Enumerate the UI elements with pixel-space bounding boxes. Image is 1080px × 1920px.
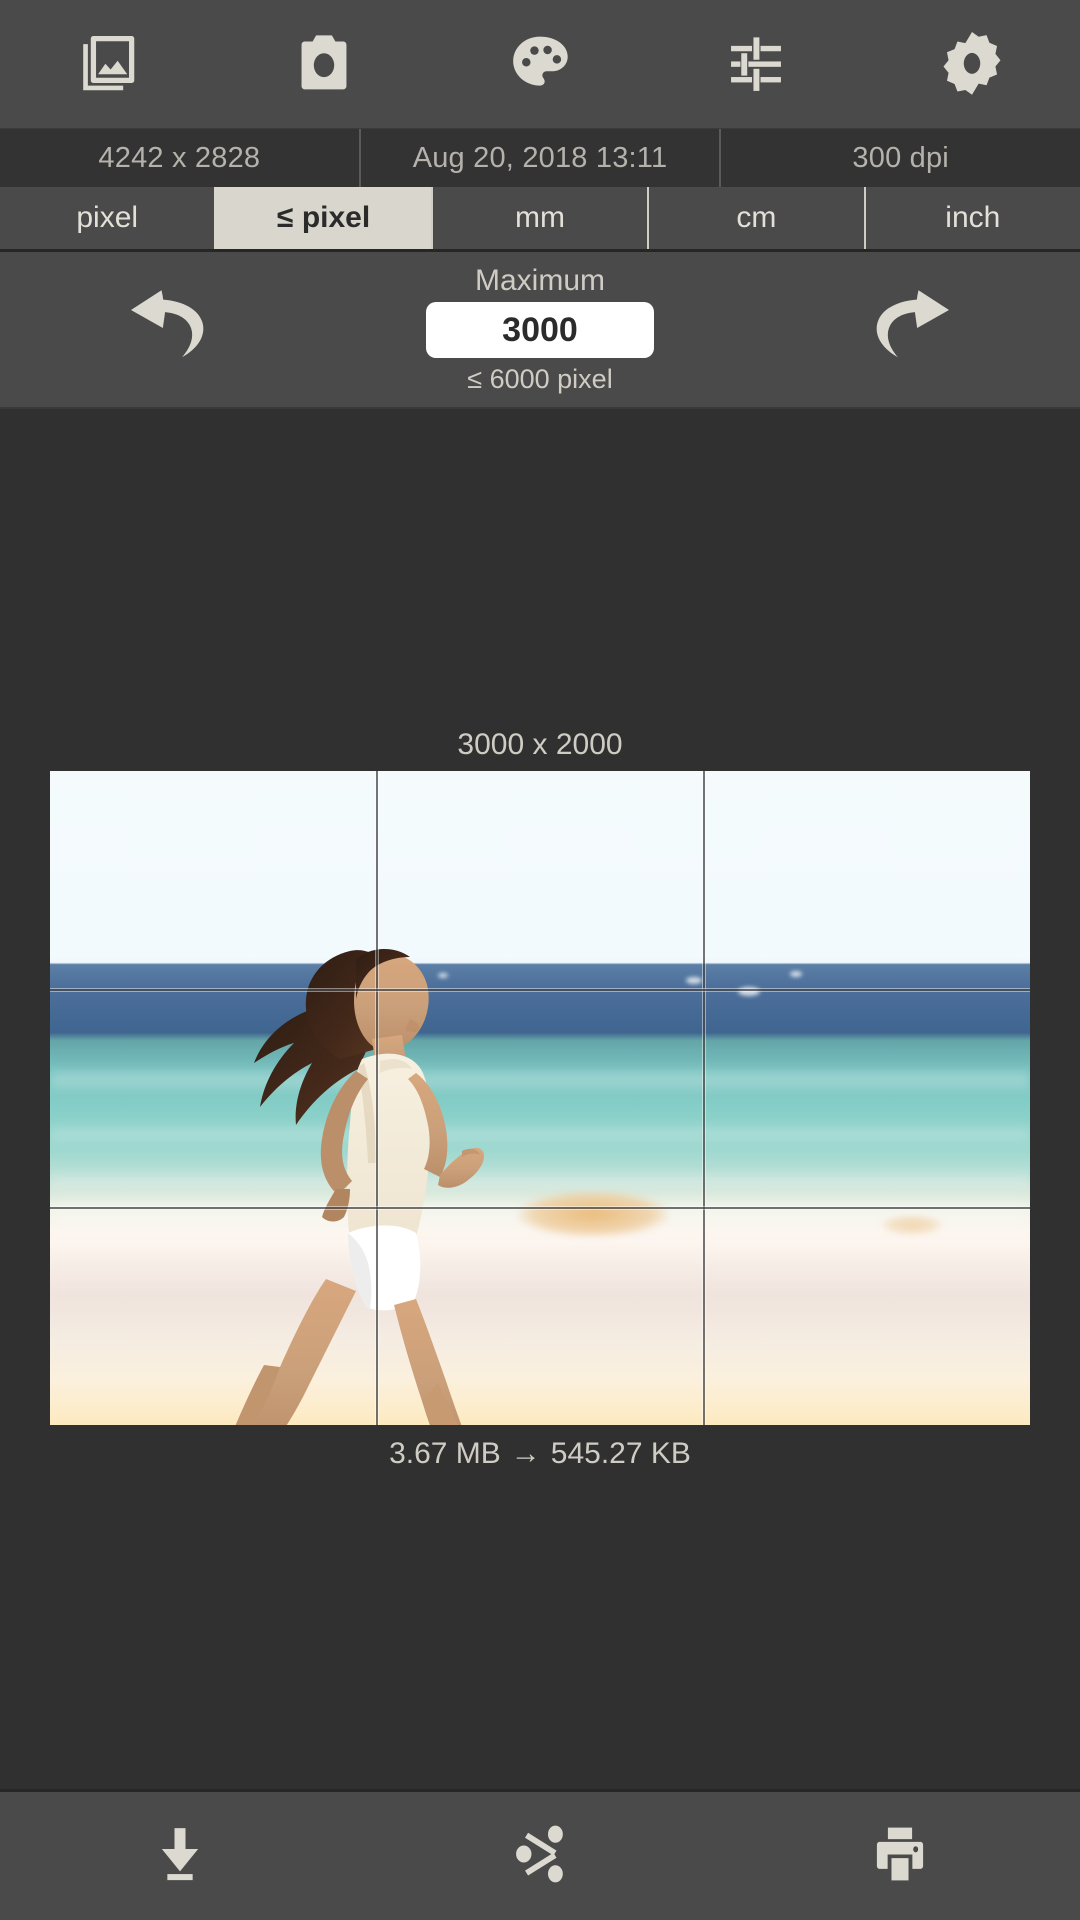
adjustments-button[interactable] [648,0,864,128]
gear-icon [934,26,1010,102]
runner-figure [235,948,484,1425]
image-info-strip: 4242 x 2828 Aug 20, 2018 13:11 300 dpi [0,129,1080,187]
file-size-summary: 3.67 MB → 545.27 KB [389,1436,691,1470]
size-before: 3.67 MB [389,1436,501,1470]
redo-button[interactable] [855,275,975,385]
gallery-button[interactable] [0,0,216,128]
tab-inch[interactable]: inch [863,187,1080,249]
print-button[interactable] [720,1792,1080,1920]
redo-icon [867,284,963,375]
unit-tab-bar: pixel ≤ pixel mm cm inch [0,187,1080,252]
palette-button[interactable] [432,0,648,128]
print-icon [867,1821,933,1892]
maximum-input[interactable]: 3000 [426,302,654,358]
maximum-label: Maximum [474,264,605,297]
tab-max-pixel[interactable]: ≤ pixel [214,187,431,249]
preview-area: 3000 x 2000 3.67 MB → 545.27 KB [0,409,1080,1789]
maximum-hint: ≤ 6000 pixel [467,364,613,394]
output-dimensions-label: 3000 x 2000 [457,727,623,761]
image-preview[interactable] [50,770,1030,1425]
save-button[interactable] [0,1792,360,1920]
app-root: 4242 x 2828 Aug 20, 2018 13:11 300 dpi p… [0,0,1080,1920]
tab-mm[interactable]: mm [430,187,648,249]
capture-date: Aug 20, 2018 13:11 [358,129,720,187]
download-icon [147,1821,213,1892]
undo-button[interactable] [105,275,225,385]
settings-button[interactable] [864,0,1080,128]
sliders-icon [722,30,790,98]
source-dimensions: 4242 x 2828 [98,141,261,174]
camera-button[interactable] [216,0,432,128]
size-after: 545.27 KB [550,1436,691,1470]
tab-pixel[interactable]: pixel [0,187,215,249]
bottom-toolbar [0,1789,1080,1920]
image-dpi: 300 dpi [719,129,1080,187]
undo-icon [117,284,213,375]
size-arrow-icon: → [510,1436,541,1470]
tab-cm[interactable]: cm [647,187,864,249]
camera-icon [289,29,359,99]
maximum-field-group: Maximum 3000 ≤ 6000 pixel [400,266,680,393]
share-icon [507,1821,573,1892]
maximum-panel: Maximum 3000 ≤ 6000 pixel [0,252,1080,409]
palette-icon [505,29,575,99]
gallery-icon [73,29,143,99]
top-toolbar [0,0,1080,129]
share-button[interactable] [360,1792,720,1920]
